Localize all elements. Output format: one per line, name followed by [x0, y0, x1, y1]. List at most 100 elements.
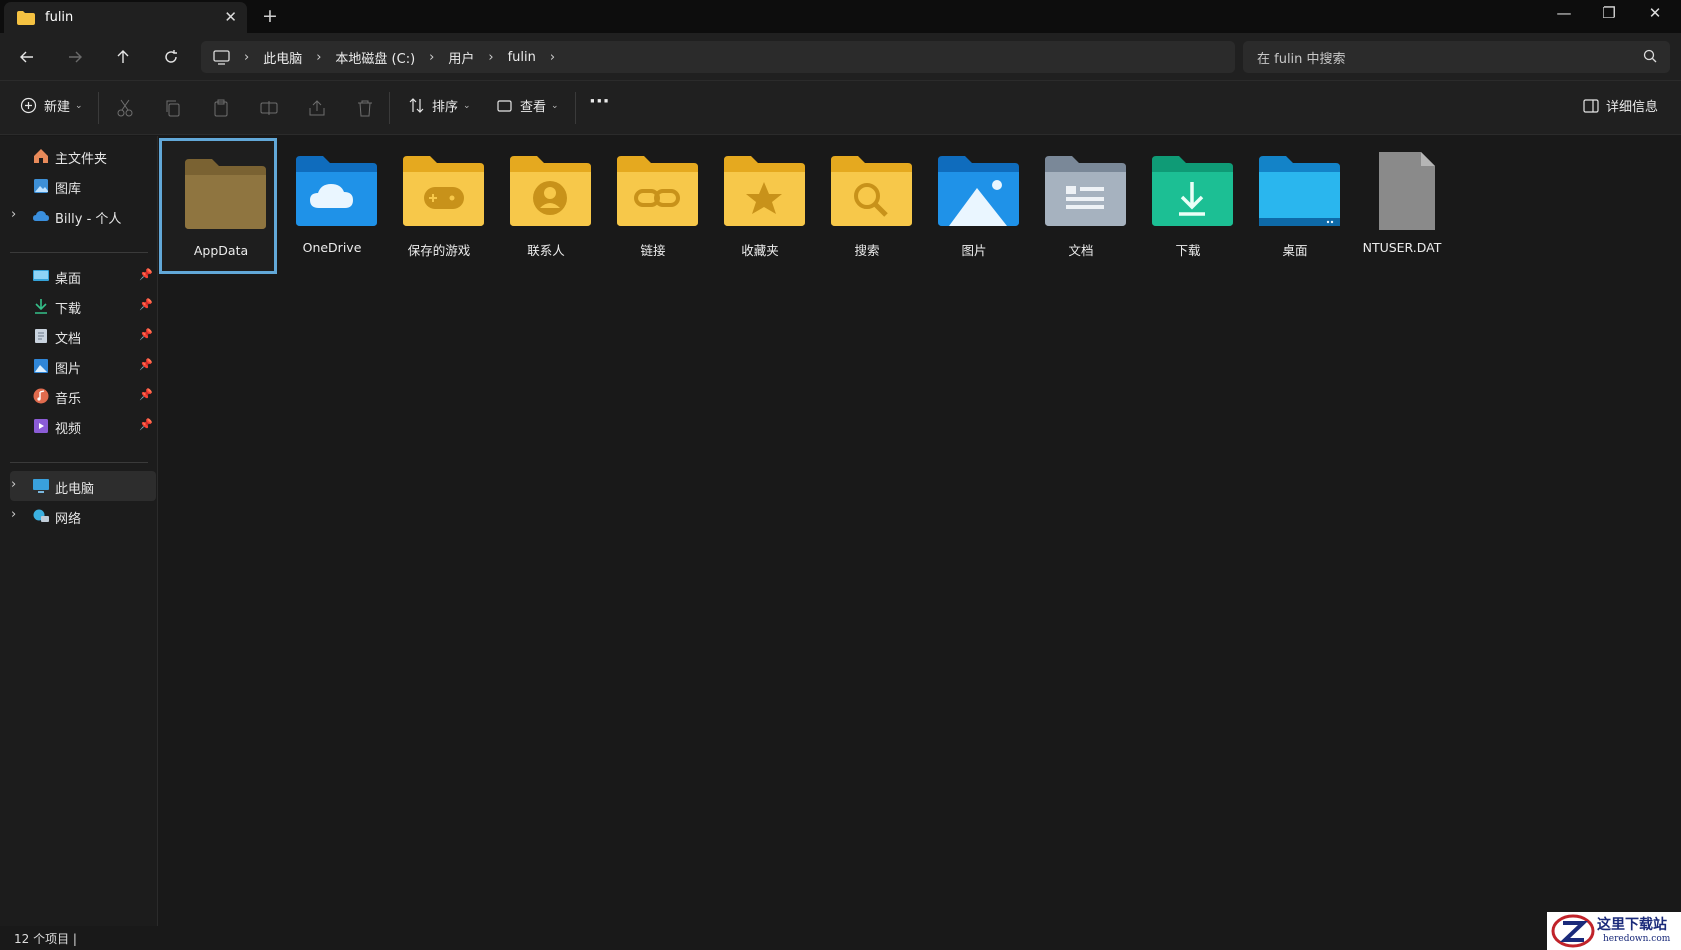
- item-ntuser-dat[interactable]: NTUSER.DAT: [1343, 138, 1461, 274]
- breadcrumb-local-disk[interactable]: 本地磁盘 (C:): [335, 48, 415, 67]
- up-button[interactable]: [109, 43, 137, 71]
- item-name: 保存的游戏: [407, 243, 471, 258]
- desktop-folder-icon: [1259, 156, 1340, 226]
- item-onedrive[interactable]: OneDrive: [273, 138, 391, 274]
- favorites-folder-icon: [724, 156, 805, 226]
- sidebar-item-label: 桌面: [55, 272, 82, 287]
- minimize-button[interactable]: —: [1541, 4, 1587, 22]
- file-list: AppData OneDrive 保存的游戏 联系人 链接 收藏夹 搜索 图片 …: [159, 136, 1681, 926]
- sidebar-item-downloads[interactable]: 下载 📌: [10, 291, 156, 321]
- back-button[interactable]: [13, 43, 41, 71]
- item-documents[interactable]: 文档: [1022, 138, 1140, 274]
- search-icon[interactable]: [1643, 49, 1658, 64]
- navigation-pane: 主文件夹 图库 › Billy - 个人 桌面 📌 下载 📌 文档 📌 图片 📌…: [0, 136, 158, 926]
- sidebar-item-network[interactable]: › 网络: [10, 501, 156, 531]
- saved-games-folder-icon: [403, 156, 484, 226]
- chevron-right-icon[interactable]: ›: [316, 50, 321, 65]
- network-icon: [33, 509, 49, 522]
- contacts-folder-icon: [510, 156, 591, 226]
- add-circle-icon: [20, 97, 37, 114]
- chevron-right-icon[interactable]: ›: [429, 50, 434, 65]
- cut-icon[interactable]: [115, 98, 135, 118]
- forward-button[interactable]: [61, 43, 89, 71]
- sidebar-item-pictures[interactable]: 图片 📌: [10, 351, 156, 381]
- view-button[interactable]: 查看 ⌄: [497, 96, 559, 115]
- chevron-right-icon[interactable]: ›: [11, 477, 16, 492]
- refresh-button[interactable]: [157, 43, 185, 71]
- links-folder-icon: [617, 156, 698, 226]
- divider: [98, 92, 99, 124]
- sidebar-item-label: 文档: [55, 332, 82, 347]
- view-icon: [497, 99, 512, 112]
- item-desktop[interactable]: 桌面: [1236, 138, 1354, 274]
- address-bar[interactable]: › 此电脑 › 本地磁盘 (C:) › 用户 › fulin ›: [201, 41, 1235, 73]
- item-saved-games[interactable]: 保存的游戏: [380, 138, 498, 274]
- chevron-right-icon[interactable]: ›: [11, 207, 16, 222]
- item-favorites[interactable]: 收藏夹: [701, 138, 819, 274]
- watermark-z-icon: [1551, 914, 1595, 948]
- sidebar-item-videos[interactable]: 视频 📌: [10, 411, 156, 441]
- pin-icon[interactable]: 📌: [139, 298, 153, 311]
- pin-icon[interactable]: 📌: [139, 388, 153, 401]
- pin-icon[interactable]: 📌: [139, 328, 153, 341]
- divider: [10, 462, 148, 463]
- pin-icon[interactable]: 📌: [139, 358, 153, 371]
- sidebar-item-onedrive[interactable]: › Billy - 个人: [10, 201, 156, 231]
- chevron-right-icon[interactable]: ›: [488, 50, 493, 65]
- breadcrumb-fulin[interactable]: fulin: [508, 50, 536, 65]
- onedrive-folder-icon: [296, 156, 377, 226]
- item-searches[interactable]: 搜索: [808, 138, 926, 274]
- watermark-subtext: heredown.com: [1603, 934, 1671, 944]
- title-bar: fulin ✕ + — ❐ ✕: [0, 0, 1681, 33]
- sidebar-item-home[interactable]: 主文件夹: [10, 141, 156, 171]
- delete-icon[interactable]: [355, 98, 375, 118]
- item-name: 桌面: [1282, 243, 1308, 258]
- new-tab-button[interactable]: +: [262, 5, 278, 27]
- breadcrumb-users[interactable]: 用户: [448, 48, 474, 67]
- details-pane-button[interactable]: 详细信息: [1583, 96, 1658, 115]
- more-options-button[interactable]: ···: [589, 91, 610, 112]
- sidebar-item-label: 网络: [55, 512, 82, 527]
- sidebar-item-label: 视频: [55, 422, 82, 437]
- item-downloads[interactable]: 下载: [1129, 138, 1247, 274]
- sidebar-item-this-pc[interactable]: › 此电脑: [10, 471, 156, 501]
- item-links[interactable]: 链接: [594, 138, 712, 274]
- sort-button[interactable]: 排序 ⌄: [408, 96, 471, 115]
- sidebar-item-gallery[interactable]: 图库: [10, 171, 156, 201]
- sidebar-item-music[interactable]: 音乐 📌: [10, 381, 156, 411]
- tab-fulin[interactable]: fulin ✕: [4, 2, 247, 33]
- chevron-right-icon[interactable]: ›: [11, 507, 16, 522]
- close-tab-icon[interactable]: ✕: [224, 8, 237, 26]
- search-input[interactable]: 在 fulin 中搜索: [1243, 41, 1670, 73]
- item-contacts[interactable]: 联系人: [487, 138, 605, 274]
- pin-icon[interactable]: 📌: [139, 268, 153, 281]
- item-appdata[interactable]: AppData: [159, 138, 277, 274]
- sidebar-item-documents[interactable]: 文档 📌: [10, 321, 156, 351]
- folder-icon: [17, 10, 35, 25]
- searches-folder-icon: [831, 156, 912, 226]
- breadcrumb-this-pc[interactable]: 此电脑: [263, 48, 302, 67]
- sidebar-item-desktop[interactable]: 桌面 📌: [10, 261, 156, 291]
- chevron-right-icon[interactable]: ›: [244, 50, 249, 65]
- rename-icon[interactable]: [259, 98, 279, 118]
- sort-icon: [409, 98, 424, 113]
- divider: [389, 92, 390, 124]
- paste-icon[interactable]: [211, 98, 231, 118]
- chevron-right-icon[interactable]: ›: [550, 50, 555, 65]
- sidebar-item-label: Billy - 个人: [55, 212, 122, 227]
- share-icon[interactable]: [307, 98, 327, 118]
- pin-icon[interactable]: 📌: [139, 418, 153, 431]
- copy-icon[interactable]: [163, 98, 183, 118]
- sidebar-item-label: 图库: [55, 182, 82, 197]
- maximize-button[interactable]: ❐: [1586, 4, 1632, 22]
- item-name: OneDrive: [302, 240, 362, 255]
- sidebar-item-label: 主文件夹: [55, 152, 108, 167]
- arrow-up-icon: [117, 50, 129, 63]
- item-pictures[interactable]: 图片: [915, 138, 1033, 274]
- item-name: 收藏夹: [741, 243, 779, 258]
- close-window-button[interactable]: ✕: [1632, 4, 1678, 22]
- gallery-icon: [34, 179, 48, 193]
- new-button[interactable]: 新建 ⌄: [20, 96, 83, 115]
- details-label: 详细信息: [1606, 100, 1659, 115]
- command-bar: 新建 ⌄ 排序 ⌄ 查看 ⌄ ··· 详细信息: [0, 80, 1681, 135]
